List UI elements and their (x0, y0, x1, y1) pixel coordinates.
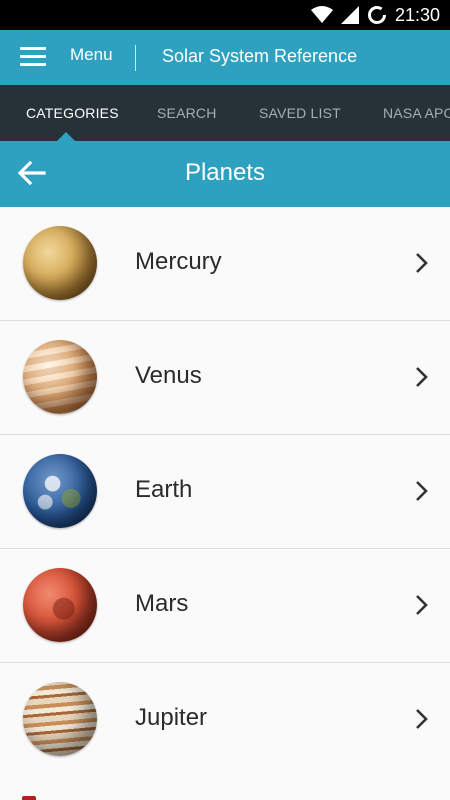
app-title: Solar System Reference (162, 46, 358, 66)
status-time: 21:30 (394, 4, 440, 25)
list-item-label: Mercury (135, 248, 222, 275)
list-item-jupiter[interactable]: Jupiter (0, 663, 450, 777)
status-bar: 21:30 (0, 0, 450, 30)
chevron-right-icon (416, 367, 428, 387)
venus-icon (23, 340, 97, 414)
saturn-icon (22, 796, 36, 800)
chevron-right-icon (416, 595, 428, 615)
menu-label[interactable]: Menu (70, 45, 113, 65)
mercury-icon (23, 226, 97, 300)
list-item-mars[interactable]: Mars (0, 549, 450, 663)
chevron-right-icon (416, 481, 428, 501)
tab-nasa-apod[interactable]: NASA APOD (383, 85, 450, 141)
list-item-label: Mars (135, 590, 189, 617)
tab-search[interactable]: SEARCH (157, 85, 217, 141)
list-item-label: Jupiter (135, 704, 208, 731)
active-tab-indicator (57, 132, 75, 141)
app-bar-divider (135, 45, 136, 71)
chevron-right-icon (416, 253, 428, 273)
earth-icon (23, 454, 97, 528)
list-item-earth[interactable]: Earth (0, 435, 450, 549)
battery-charging-icon (367, 6, 386, 24)
list-item-mercury[interactable]: Mercury (0, 207, 450, 321)
cell-signal-icon (340, 6, 359, 24)
section-title: Planets (184, 159, 266, 186)
planet-list: Mercury Venus Earth Mars Jupiter (0, 207, 450, 777)
app-bar: Menu Solar System Reference (0, 30, 450, 85)
tab-saved-list[interactable]: SAVED LIST (259, 85, 341, 141)
menu-icon[interactable] (20, 47, 46, 67)
wifi-icon (310, 6, 333, 23)
list-item-venus[interactable]: Venus (0, 321, 450, 435)
jupiter-icon (23, 682, 97, 756)
category-header: Planets (0, 141, 450, 207)
next-list-item-peek (0, 776, 450, 800)
list-item-label: Venus (135, 362, 202, 389)
chevron-right-icon (416, 709, 428, 729)
mars-icon (23, 568, 97, 642)
list-item-label: Earth (135, 476, 193, 503)
status-icons: 21:30 (310, 0, 440, 30)
